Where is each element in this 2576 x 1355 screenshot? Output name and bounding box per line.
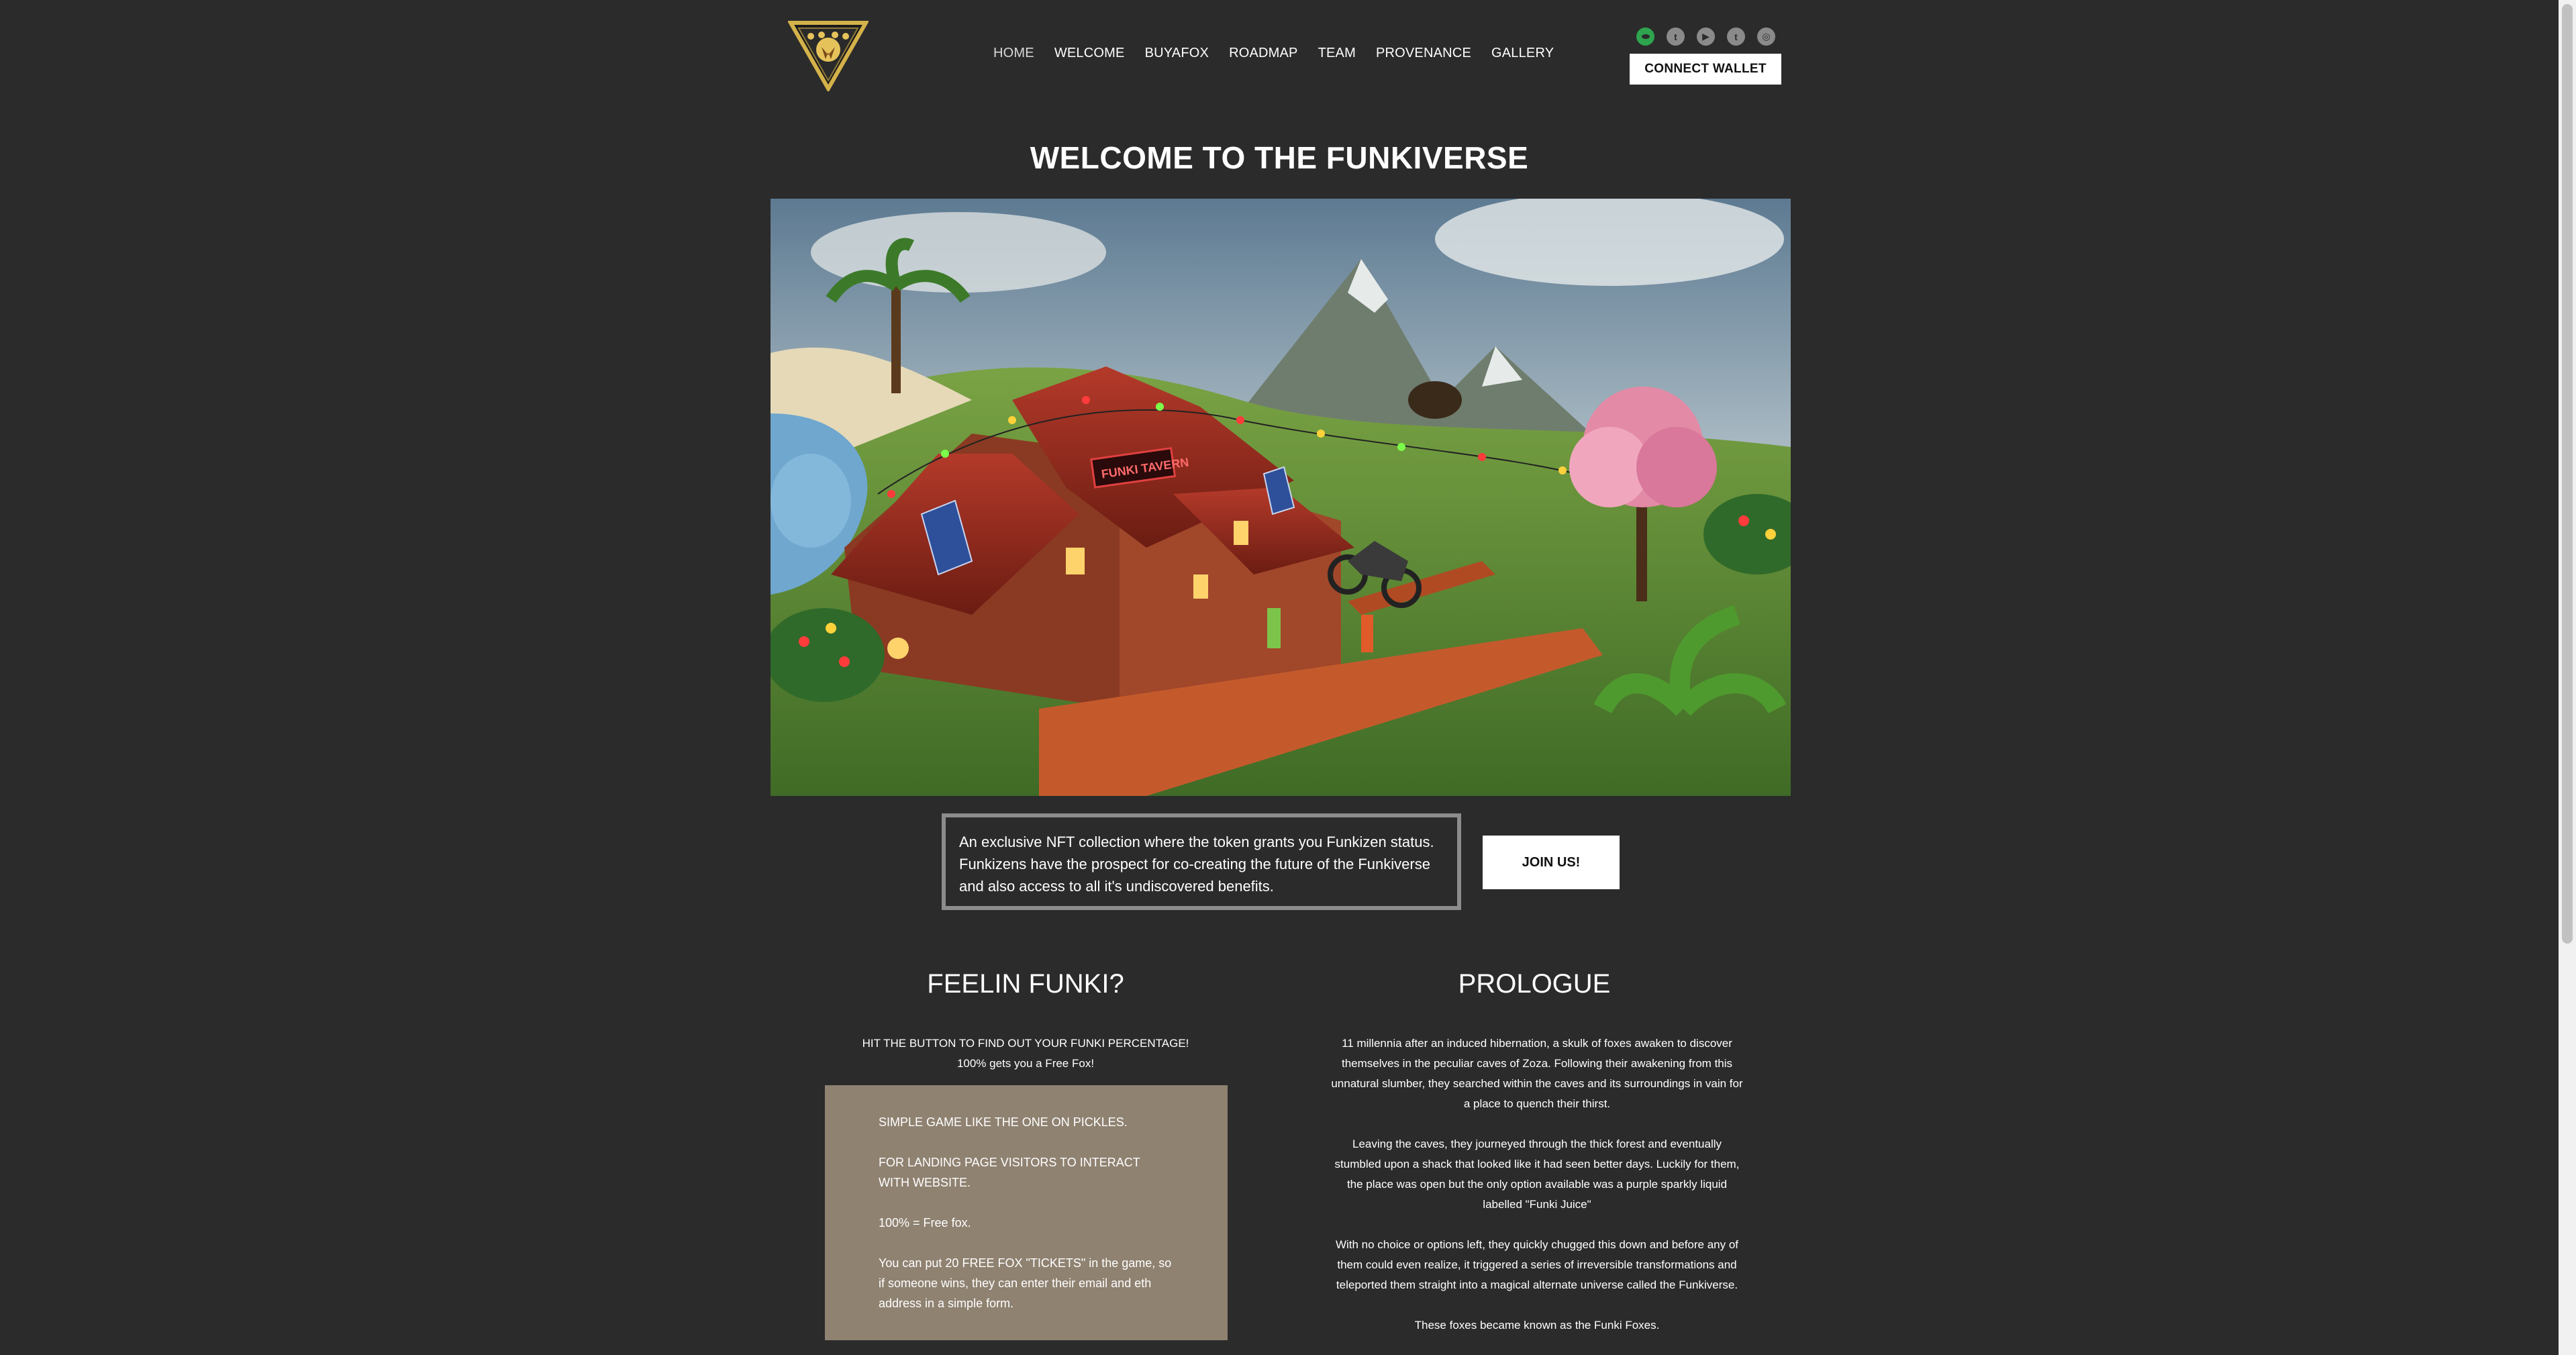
site-logo[interactable] <box>787 20 870 93</box>
prologue-paragraph: These foxes became known as the Funki Fo… <box>1414 1319 1660 1332</box>
game-box-line: 100% = Free fox. <box>879 1216 971 1229</box>
prologue-title: PROLOGUE <box>1458 969 1611 999</box>
youtube-icon[interactable]: ▶ <box>1697 28 1715 46</box>
game-box-line: You can put 20 FREE FOX "TICKETS" in the… <box>879 1256 1172 1310</box>
game-box-line: FOR LANDING PAGE VISITORS TO INTERACT WI… <box>879 1156 1140 1189</box>
nav-provenance[interactable]: PROVENANCE <box>1376 46 1471 61</box>
prologue-paragraph: Leaving the caves, they journeyed throug… <box>1334 1138 1740 1211</box>
intro-text: An exclusive NFT collection where the to… <box>959 834 1434 895</box>
connect-wallet-button[interactable]: CONNECT WALLET <box>1630 54 1781 85</box>
funki-game-box[interactable]: SIMPLE GAME LIKE THE ONE ON PICKLES. FOR… <box>825 1085 1228 1340</box>
feelin-sub-line1: HIT THE BUTTON TO FIND OUT YOUR FUNKI PE… <box>862 1037 1189 1050</box>
instagram-icon[interactable]: ◎ <box>1757 28 1775 46</box>
nav-roadmap[interactable]: ROADMAP <box>1229 46 1298 61</box>
funki-tavern-illustration: FUNKI TAVERN <box>771 199 1791 796</box>
feelin-funki-title: FEELIN FUNKI? <box>927 969 1124 999</box>
social-links: t ▶ t ◎ <box>1636 28 1775 46</box>
main-nav: HOME WELCOME BUYAFOX ROADMAP TEAM PROVEN… <box>993 46 1554 61</box>
game-box-line: SIMPLE GAME LIKE THE ONE ON PICKLES. <box>879 1115 1128 1129</box>
discord-icon[interactable] <box>1636 28 1654 46</box>
prologue-paragraph: 11 millennia after an induced hibernatio… <box>1331 1037 1743 1110</box>
prologue-paragraph: With no choice or options left, they qui… <box>1335 1238 1739 1291</box>
nav-buyafox[interactable]: BUYAFOX <box>1145 46 1209 61</box>
feelin-sub-line2: 100% gets you a Free Fox! <box>956 1057 1095 1070</box>
twitter-icon[interactable]: t <box>1667 28 1685 46</box>
intro-box: An exclusive NFT collection where the to… <box>942 813 1461 910</box>
page-title: WELCOME TO THE FUNKIVERSE <box>1030 140 1529 175</box>
prologue-text: 11 millennia after an induced hibernatio… <box>1329 1034 1745 1355</box>
page-scrollbar[interactable] <box>2559 0 2576 1355</box>
join-us-button[interactable]: JOIN US! <box>1483 836 1620 889</box>
feelin-subtitle: HIT THE BUTTON TO FIND OUT YOUR FUNKI PE… <box>824 1034 1227 1074</box>
nav-home[interactable]: HOME <box>993 46 1034 61</box>
fox-triangle-logo-icon <box>787 21 870 93</box>
scrollbar-thumb[interactable] <box>2562 4 2573 944</box>
nav-gallery[interactable]: GALLERY <box>1491 46 1554 61</box>
nav-welcome[interactable]: WELCOME <box>1054 46 1125 61</box>
tumblr-icon[interactable]: t <box>1727 28 1745 46</box>
nav-team[interactable]: TEAM <box>1318 46 1356 61</box>
